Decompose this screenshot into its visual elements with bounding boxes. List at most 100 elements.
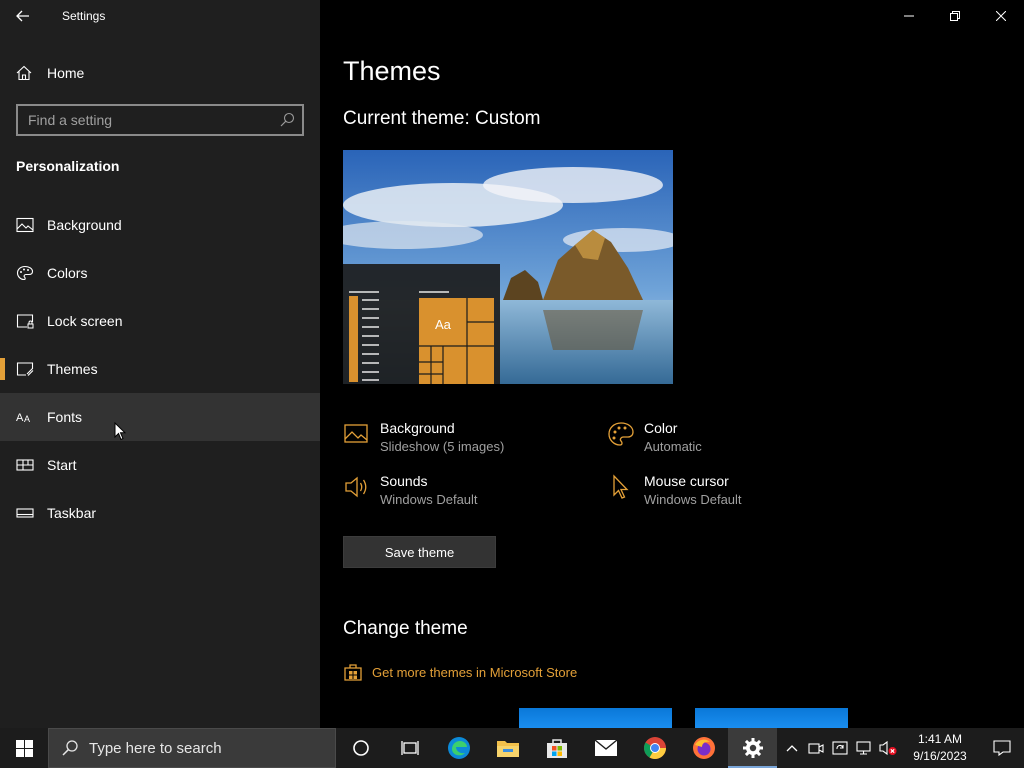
mouse-pointer-icon (114, 422, 126, 441)
close-icon (996, 11, 1006, 21)
theme-thumbnail[interactable] (519, 708, 672, 728)
task-view-icon (400, 741, 419, 755)
settings-button[interactable] (728, 728, 777, 768)
find-setting-box[interactable] (16, 104, 304, 136)
page-title: Themes (343, 56, 441, 86)
firefox-button[interactable] (679, 728, 728, 768)
current-theme-label: Current theme: Custom (343, 108, 541, 129)
sidebar-item-colors[interactable]: Colors (0, 249, 320, 297)
windows-logo-icon (15, 739, 33, 757)
task-view-button[interactable] (385, 728, 434, 768)
volume-muted-icon (879, 740, 897, 756)
taskbar-search-box[interactable]: Type here to search (48, 728, 336, 768)
network-button[interactable] (852, 728, 876, 768)
palette-icon (608, 422, 634, 446)
app-title: Settings (62, 9, 106, 23)
system-clock[interactable]: 1:41 AM 9/16/2023 (900, 731, 980, 765)
theme-thumbnail[interactable] (695, 708, 848, 728)
sidebar-item-label: Lock screen (47, 313, 123, 329)
chrome-button[interactable] (630, 728, 679, 768)
save-theme-button[interactable]: Save theme (343, 536, 496, 568)
settings-sidebar: Settings Home Personalization Background… (0, 0, 320, 728)
home-nav-item[interactable]: Home (0, 56, 320, 90)
background-attribute[interactable]: Background Slideshow (5 images) (343, 420, 504, 456)
picture-icon (344, 424, 368, 443)
fonts-icon: AA (16, 412, 30, 424)
window-controls (886, 0, 1024, 32)
minimize-button[interactable] (886, 0, 932, 32)
store-bag-icon (344, 664, 362, 681)
sidebar-item-start[interactable]: Start (0, 441, 320, 489)
sidebar-item-label: Fonts (47, 409, 83, 425)
home-label: Home (47, 65, 85, 81)
cortana-button[interactable] (336, 728, 385, 768)
taskbar: Type here to search 1:41 AM 9/16/2023 (0, 728, 1024, 768)
svg-text:A: A (24, 414, 30, 424)
theme-preview: Aa (343, 150, 673, 384)
mail-icon (594, 739, 617, 756)
update-icon (832, 741, 848, 755)
svg-text:A: A (16, 412, 24, 424)
find-setting-input[interactable] (18, 112, 268, 128)
section-title: Personalization (16, 158, 120, 174)
minimize-icon (904, 15, 914, 17)
taskbar-icon (16, 508, 34, 518)
title-bar: Settings (0, 0, 320, 32)
network-icon (856, 741, 871, 755)
cursor-icon (613, 474, 629, 499)
change-theme-title: Change theme (343, 618, 468, 639)
volume-button[interactable] (876, 728, 900, 768)
sidebar-item-taskbar[interactable]: Taskbar (0, 489, 320, 537)
restore-button[interactable] (932, 0, 978, 32)
store-link-label: Get more themes in Microsoft Store (372, 664, 578, 680)
settings-icon (742, 738, 763, 758)
attribute-value: Windows Default (644, 492, 742, 507)
meet-now-button[interactable] (804, 728, 828, 768)
store-button[interactable] (532, 728, 581, 768)
file-explorer-icon (496, 741, 519, 757)
update-status-button[interactable] (828, 728, 852, 768)
meet-now-icon (808, 743, 824, 754)
chevron-up-icon (786, 745, 798, 752)
action-center-button[interactable] (980, 728, 1024, 768)
sounds-attribute[interactable]: Sounds Windows Default (343, 473, 478, 509)
edge-button[interactable] (434, 728, 483, 768)
sidebar-item-label: Colors (47, 265, 88, 281)
firefox-icon (692, 737, 715, 759)
back-button[interactable] (0, 0, 46, 32)
sidebar-item-background[interactable]: Background (0, 201, 320, 249)
attribute-title: Sounds (380, 473, 428, 489)
store-link[interactable]: Get more themes in Microsoft Store (343, 662, 577, 682)
sidebar-item-label: Themes (47, 361, 98, 377)
back-arrow-icon (16, 10, 29, 22)
preview-tile-text: Aa (435, 317, 452, 332)
start-button[interactable] (0, 728, 48, 768)
personalization-nav: Background Colors Lock screen Themes AA … (0, 201, 320, 537)
attribute-title: Color (644, 420, 678, 436)
theme-preview-image: Aa (343, 150, 673, 384)
sidebar-item-label: Background (47, 217, 122, 233)
sidebar-item-fonts[interactable]: AA Fonts (0, 393, 320, 441)
close-button[interactable] (978, 0, 1024, 32)
clock-date: 9/16/2023 (913, 749, 967, 763)
attribute-value: Slideshow (5 images) (380, 439, 505, 454)
home-icon (16, 65, 32, 81)
clock-time: 1:41 AM (917, 732, 963, 746)
sidebar-item-themes[interactable]: Themes (0, 345, 320, 393)
sidebar-item-label: Taskbar (47, 505, 97, 521)
attribute-title: Background (380, 420, 455, 436)
taskbar-search-placeholder: Type here to search (89, 739, 222, 757)
themes-page: Themes Current theme: Custom Aa Backgrou… (320, 0, 1024, 728)
search-icon (280, 112, 295, 127)
file-explorer-button[interactable] (483, 728, 532, 768)
lock-screen-icon (16, 314, 34, 329)
attribute-value: Windows Default (380, 492, 478, 507)
attribute-value: Automatic (644, 439, 702, 454)
mail-button[interactable] (581, 728, 630, 768)
cortana-icon (352, 740, 369, 756)
theme-thumbnail[interactable] (343, 708, 496, 728)
sidebar-item-lock-screen[interactable]: Lock screen (0, 297, 320, 345)
color-attribute[interactable]: Color Automatic (607, 420, 702, 456)
mouse-cursor-attribute[interactable]: Mouse cursor Windows Default (607, 473, 742, 509)
show-hidden-icons-button[interactable] (780, 728, 804, 768)
